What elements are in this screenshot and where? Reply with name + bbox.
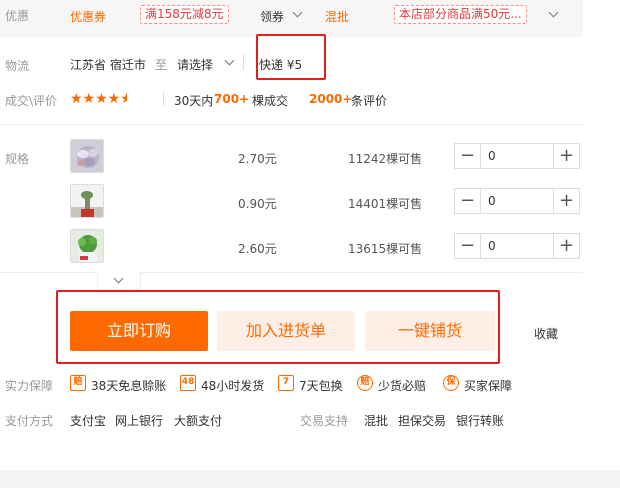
mix-batch-label: 混批	[325, 10, 350, 24]
buy-now-button[interactable]: 立即订购	[70, 311, 208, 351]
succulent-image	[71, 230, 103, 262]
divider	[0, 272, 583, 273]
trade-support-label: 交易支持	[300, 414, 349, 428]
footer-band	[0, 470, 620, 488]
quantity-input[interactable]: 0	[481, 144, 553, 168]
guarantee-item[interactable]: 少货必赔	[378, 377, 426, 394]
deals-suffix: 棵成交	[252, 94, 289, 108]
half-star-icon: ★	[120, 91, 128, 107]
spec-stock: 14401棵可售	[348, 197, 423, 211]
guarantee-item[interactable]: 买家保障	[464, 377, 512, 394]
spec-stock: 13615棵可售	[348, 242, 423, 256]
chevron-down-icon[interactable]	[113, 273, 124, 284]
spec-label: 规格	[5, 152, 30, 166]
shipping-48h-icon: 48	[180, 375, 196, 391]
guarantee-label: 实力保障	[5, 379, 54, 393]
succulent-image	[71, 185, 103, 217]
buyer-protection-icon: 保	[443, 375, 459, 391]
plus-button[interactable]: +	[553, 189, 579, 213]
deals-prefix: 30天内	[174, 94, 214, 108]
spec-thumbnail[interactable]	[70, 184, 104, 218]
add-to-cart-button[interactable]: 加入进货单	[217, 311, 355, 351]
plus-button[interactable]: +	[553, 234, 579, 258]
quantity-stepper[interactable]: − 0 +	[454, 233, 580, 259]
quantity-stepper[interactable]: − 0 +	[454, 188, 580, 214]
succulent-image	[71, 140, 103, 172]
guarantee-item[interactable]: 7天包换	[299, 377, 343, 394]
origin-location: 江苏省 宿迁市	[70, 58, 146, 72]
trade-method: 银行转账	[456, 414, 505, 428]
right-gutter	[583, 0, 620, 470]
minus-button[interactable]: −	[455, 144, 481, 168]
payment-label: 支付方式	[5, 414, 54, 428]
spec-price: 2.60元	[238, 242, 277, 256]
spec-thumbnail[interactable]	[70, 139, 104, 173]
quantity-input[interactable]: 0	[481, 234, 553, 258]
spec-stock: 11242棵可售	[348, 152, 423, 166]
trade-method: 混批	[364, 414, 389, 428]
favorite-link[interactable]: 收藏	[534, 325, 558, 342]
payment-method: 大额支付	[174, 414, 223, 428]
divider	[0, 124, 583, 125]
rating-stars: ★★★★★	[70, 91, 127, 107]
minus-button[interactable]: −	[455, 189, 481, 213]
credit-icon: 赔	[70, 375, 86, 391]
promo-label: 优惠	[5, 9, 30, 23]
highlight-box-shipping	[256, 34, 326, 80]
spec-price: 2.70元	[238, 152, 277, 166]
guarantee-item[interactable]: 48小时发货	[201, 377, 264, 394]
chevron-down-icon[interactable]	[224, 55, 235, 66]
separator	[163, 92, 164, 106]
compensation-icon: 赔	[357, 375, 373, 391]
destination-select[interactable]: 请选择	[177, 56, 213, 73]
mix-batch-badge[interactable]: 本店部分商品满50元...	[394, 5, 527, 24]
to-word: 至	[155, 58, 168, 72]
reviews-count[interactable]: 2000+	[309, 92, 352, 106]
guarantee-item[interactable]: 38天免息赊账	[91, 377, 166, 394]
deals-count: 700+	[214, 92, 250, 106]
claim-coupon-link[interactable]: 领券	[260, 8, 284, 25]
quantity-input[interactable]: 0	[481, 189, 553, 213]
trade-method: 担保交易	[398, 414, 447, 428]
exchange-7day-icon: 7	[278, 375, 294, 391]
logistics-label: 物流	[5, 59, 30, 73]
coupon-badge[interactable]: 满158元减8元	[140, 5, 229, 24]
spec-price: 0.90元	[238, 197, 277, 211]
rating-label: 成交\评价	[5, 94, 58, 108]
star-icon: ★★★★	[70, 91, 121, 107]
spec-thumbnail[interactable]	[70, 229, 104, 263]
quantity-stepper[interactable]: − 0 +	[454, 143, 580, 169]
reviews-suffix[interactable]: 条评价	[351, 92, 387, 109]
expand-specs-tab[interactable]	[97, 272, 141, 290]
payment-method: 网上银行	[115, 414, 164, 428]
separator	[243, 54, 244, 70]
plus-button[interactable]: +	[553, 144, 579, 168]
one-click-distribute-button[interactable]: 一键铺货	[365, 311, 495, 351]
coupon-tag[interactable]: 优惠券	[70, 8, 106, 25]
payment-method: 支付宝	[70, 414, 107, 428]
minus-button[interactable]: −	[455, 234, 481, 258]
